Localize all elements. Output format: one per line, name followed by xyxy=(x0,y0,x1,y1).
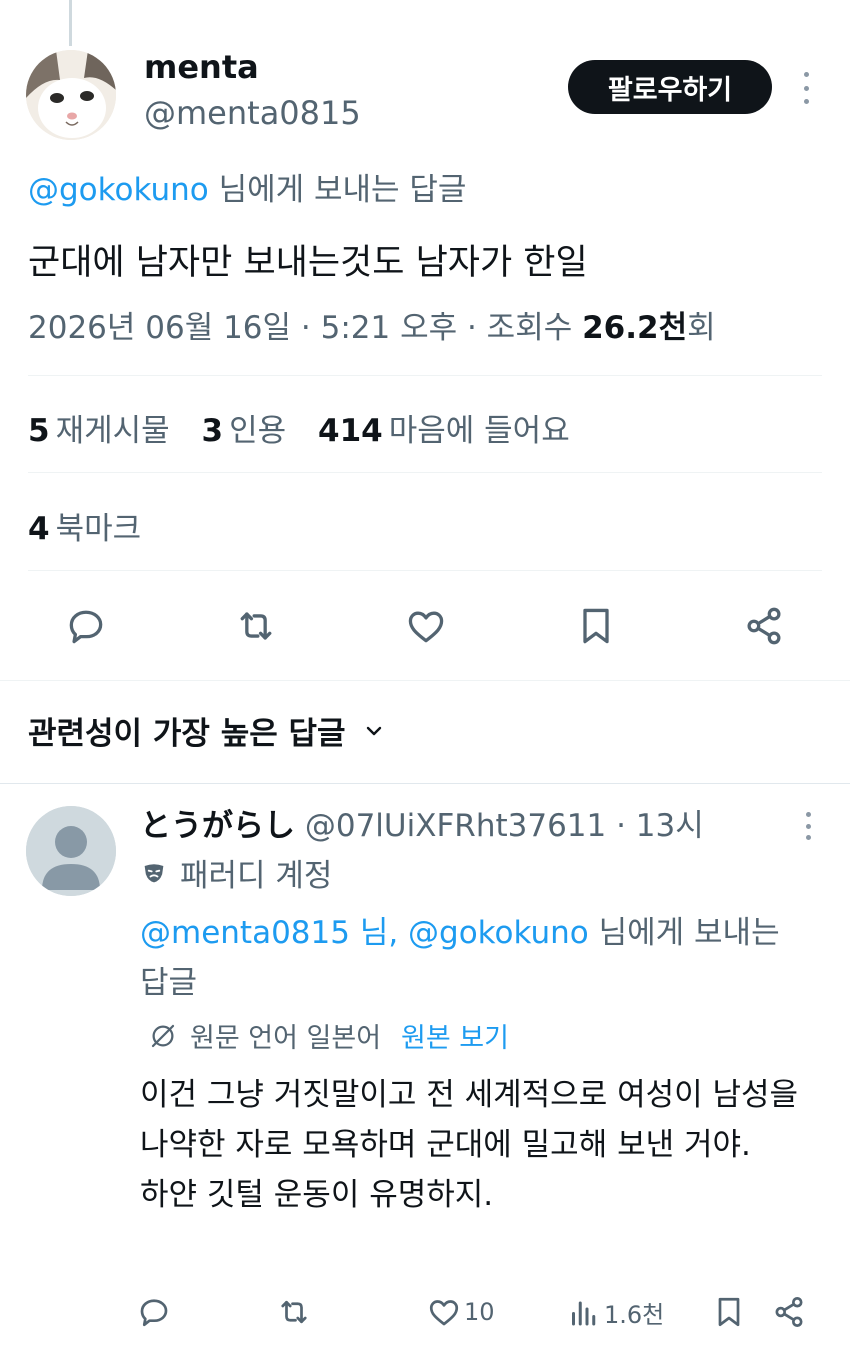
reposts-count: 5 xyxy=(28,413,50,449)
quotes-label: 인용 xyxy=(229,413,287,449)
tweet-text: 군대에 남자만 보내는것도 남자가 한일 xyxy=(28,243,588,283)
divider xyxy=(0,783,850,784)
sort-label: 관련성이 가장 높은 답글 xyxy=(28,716,346,752)
more-icon[interactable] xyxy=(798,812,818,840)
repost-icon[interactable] xyxy=(234,604,278,652)
reply-time: · 13시 xyxy=(606,808,704,844)
view-count: 26.2천 xyxy=(582,310,688,346)
replying-to-suffix: 님에게 보내는 답글 xyxy=(208,172,467,208)
views-icon xyxy=(572,1301,596,1326)
show-original-link[interactable]: 원본 보기 xyxy=(401,1016,509,1055)
reply-like-count: 10 xyxy=(464,1298,495,1326)
likes-stat[interactable]: 414 마음에 들어요 xyxy=(318,413,570,449)
reposts-label: 재게시물 xyxy=(55,413,170,449)
reply-author-name[interactable]: とうがらし xyxy=(140,808,295,844)
likes-count: 414 xyxy=(318,413,383,449)
reply-views-button[interactable]: 1.6천 xyxy=(566,1294,664,1330)
likes-label: 마음에 들어요 xyxy=(388,413,570,449)
author-handle[interactable]: @menta0815 xyxy=(144,94,361,132)
more-icon[interactable] xyxy=(796,72,816,104)
reply-view-count: 1.6천 xyxy=(604,1300,665,1329)
bookmark-icon[interactable] xyxy=(711,1294,747,1334)
reply-author-handle[interactable]: @07lUiXFRht37611 xyxy=(305,808,606,844)
share-icon[interactable] xyxy=(742,604,786,652)
quotes-stat[interactable]: 3 인용 xyxy=(202,413,309,449)
translation-note: 원문 언어 일본어 원본 보기 xyxy=(148,1016,509,1055)
thread-line xyxy=(69,0,72,46)
divider xyxy=(28,472,822,473)
reply-header: とうがらし @07lUiXFRht37611 · 13시 xyxy=(140,800,704,845)
bookmark-icon[interactable] xyxy=(574,604,618,652)
reply-icon[interactable] xyxy=(64,604,108,652)
divider xyxy=(28,375,822,376)
author-avatar[interactable] xyxy=(26,50,116,140)
divider xyxy=(28,570,822,571)
tweet-timestamp: 2026년 06월 16일 · 5:21 오후 · 조회수 xyxy=(28,310,583,346)
follow-button[interactable]: 팔로우하기 xyxy=(568,60,772,114)
like-icon[interactable] xyxy=(404,604,448,652)
author-name[interactable]: menta xyxy=(144,48,259,86)
parody-badge: 패러디 계정 xyxy=(140,850,332,895)
like-icon xyxy=(429,1300,459,1326)
reply-replying-to: @menta0815 님, @gokokuno 님에게 보내는 답글 xyxy=(140,908,780,1008)
translate-icon xyxy=(151,1024,175,1047)
tweet-meta: 2026년 06월 16일 · 5:21 오후 · 조회수 26.2천회 xyxy=(28,302,716,347)
parody-mask-icon xyxy=(144,863,164,882)
reply-like-button[interactable]: 10 xyxy=(426,1294,495,1330)
repost-icon[interactable] xyxy=(276,1294,312,1334)
chevron-down-icon xyxy=(366,726,381,735)
divider xyxy=(0,680,850,681)
reply-replying-to-handles[interactable]: @menta0815 님, @gokokuno xyxy=(140,915,589,951)
bookmarks-count: 4 xyxy=(28,511,50,547)
replying-to: @gokokuno 님에게 보내는 답글 xyxy=(28,164,466,209)
tweet-stats: 5 재게시물 3 인용 414 마음에 들어요 xyxy=(28,405,570,450)
reply-action-bar: 10 1.6천 xyxy=(136,1294,826,1334)
share-icon[interactable] xyxy=(771,1294,807,1334)
bookmarks-label: 북마크 xyxy=(55,511,142,547)
reply-icon[interactable] xyxy=(136,1294,172,1334)
reply-text: 이건 그냥 거짓말이고 전 세계적으로 여성이 남성을 나약한 자로 모욕하며 … xyxy=(140,1077,799,1213)
reply-sort-dropdown[interactable]: 관련성이 가장 높은 답글 xyxy=(28,708,386,753)
reply-author-avatar[interactable] xyxy=(26,806,116,896)
reposts-stat[interactable]: 5 재게시물 xyxy=(28,413,192,449)
replying-to-handle[interactable]: @gokokuno xyxy=(28,172,209,208)
quotes-count: 3 xyxy=(201,413,224,449)
parody-label: 패러디 계정 xyxy=(180,858,333,894)
view-count-suffix: 회 xyxy=(687,310,716,346)
bookmarks-stat[interactable]: 4 북마크 xyxy=(28,503,141,548)
translation-note-text: 원문 언어 일본어 xyxy=(190,1023,382,1054)
